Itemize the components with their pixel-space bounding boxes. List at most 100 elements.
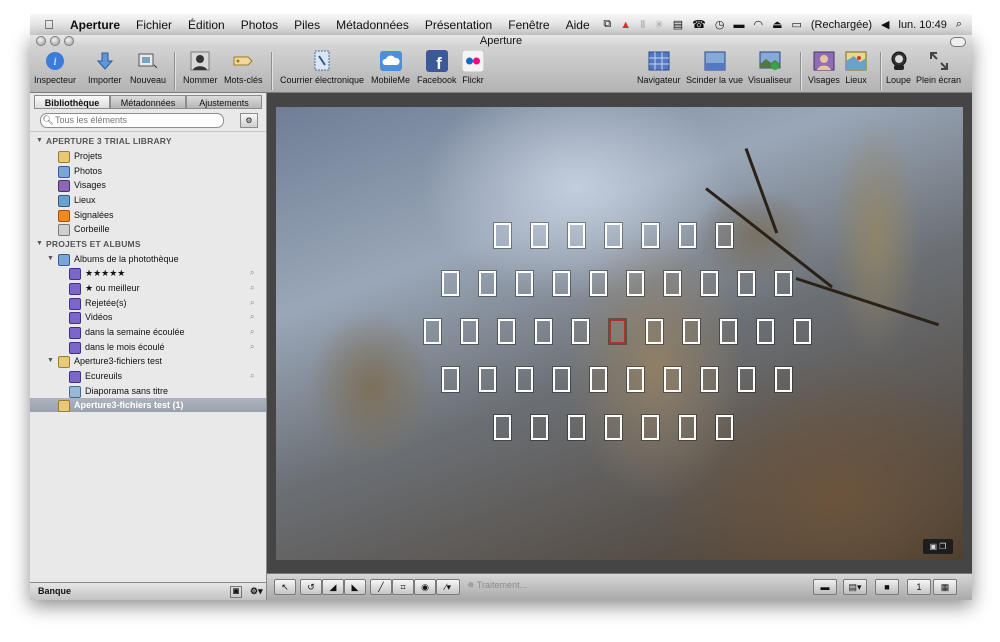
viewer-area: ▣ ❐ <box>267 93 972 574</box>
display-icon[interactable]: ▤ <box>673 18 683 31</box>
menu-photos[interactable]: Photos <box>233 18 286 32</box>
sidebar-item-projets[interactable]: Projets <box>30 149 266 163</box>
split-view-button[interactable]: Scinder la vue <box>686 50 743 85</box>
email-button[interactable]: Courrier électronique <box>280 50 364 85</box>
wifi-icon[interactable]: ◠ <box>753 18 763 31</box>
keywords-button[interactable]: Mots-clés <box>224 50 263 85</box>
straighten-icon[interactable]: ╱ <box>370 579 392 595</box>
disclosure-triangle-icon[interactable]: ▼ <box>36 237 44 251</box>
sidebar-item-visages[interactable]: Visages <box>30 178 266 192</box>
placeholder-box <box>605 415 622 440</box>
menu-presentation[interactable]: Présentation <box>417 18 500 32</box>
viewer-mode-button[interactable]: ▬ <box>813 579 837 595</box>
placeholder-box <box>516 367 533 392</box>
menu-edition[interactable]: Édition <box>180 18 233 32</box>
screen-icon[interactable]: ▬ <box>733 19 744 31</box>
brush-icon[interactable]: ∕▾ <box>436 579 460 595</box>
flag-icon[interactable]: ▲ <box>620 19 631 31</box>
sidebar-item-lieux[interactable]: Lieux <box>30 193 266 207</box>
multi-view-button[interactable]: ▦ <box>933 579 957 595</box>
library-header[interactable]: ▼ APERTURE 3 TRIAL LIBRARY <box>30 134 266 148</box>
menu-fichier[interactable]: Fichier <box>128 18 180 32</box>
tab-bibliotheque[interactable]: Bibliothèque <box>34 95 110 109</box>
slideshow-untitled[interactable]: Diaporama sans titre <box>30 384 266 398</box>
fullscreen-button[interactable]: Plein écran <box>916 50 961 85</box>
bluetooth-icon[interactable]: ✳ <box>655 18 664 31</box>
clock-icon[interactable]: ◷ <box>715 18 725 31</box>
toolbar-toggle-button[interactable] <box>950 37 966 47</box>
smart-album-1-star-or-better[interactable]: ★ ou meilleur ⌕ <box>30 281 266 295</box>
phone-icon[interactable]: ☎ <box>692 18 706 31</box>
battery-icon[interactable]: ▭ <box>791 18 801 31</box>
vault-update-button[interactable]: ▣ <box>230 586 242 598</box>
album-ecureuils[interactable]: Ecureuils ⌕ <box>30 369 266 383</box>
faces-icon <box>58 180 70 192</box>
smart-album-icon <box>69 268 81 280</box>
apple-menu-icon[interactable]:  <box>36 17 62 32</box>
places-button[interactable]: Lieux <box>845 50 867 85</box>
mobileme-button[interactable]: MobileMe <box>371 50 410 85</box>
red-eye-icon[interactable]: ◉ <box>414 579 436 595</box>
search-icon: ⌕ <box>250 298 255 307</box>
volume-icon[interactable]: ◀ <box>881 18 889 31</box>
disclosure-triangle-icon[interactable]: ▼ <box>47 354 55 368</box>
disclosure-triangle-icon[interactable]: ▼ <box>47 252 55 266</box>
sidebar-item-project-test[interactable]: ▼ Aperture3-fichiers test <box>30 354 266 368</box>
projects-header[interactable]: ▼ PROJETS ET ALBUMS <box>30 237 266 251</box>
inspector-button[interactable]: i Inspecteur <box>34 50 76 85</box>
disclosure-triangle-icon[interactable]: ▼ <box>36 134 44 148</box>
close-button[interactable] <box>36 36 46 46</box>
gear-icon[interactable]: ⚙▾ <box>250 583 263 600</box>
viewer-button[interactable]: Visualiseur <box>748 50 792 85</box>
tab-ajustements[interactable]: Ajustements <box>186 95 262 109</box>
crop-icon[interactable]: ⌗ <box>392 579 414 595</box>
battery-status[interactable]: (Rechargée) <box>811 19 872 31</box>
menu-aide[interactable]: Aide <box>558 18 598 32</box>
sidebar-item-signalees[interactable]: Signalées <box>30 208 266 222</box>
stamp-icon[interactable]: ◢ <box>322 579 344 595</box>
new-button[interactable]: Nouveau <box>130 50 166 85</box>
menu-metadonnees[interactable]: Métadonnées <box>328 18 417 32</box>
main-photo[interactable]: ▣ ❐ <box>276 107 963 560</box>
metadata-overlay-button[interactable]: ■ <box>875 579 899 595</box>
smart-album-last-week[interactable]: dans la semaine écoulée ⌕ <box>30 325 266 339</box>
sync-icon[interactable]: ⧉ <box>603 18 611 31</box>
mail-stamp-icon <box>311 50 333 72</box>
sidebar-item-project-test-1[interactable]: Aperture3-fichiers test (1) <box>30 398 266 412</box>
menu-fenetre[interactable]: Fenêtre <box>500 18 557 32</box>
smart-album-rejected[interactable]: Rejetée(s) ⌕ <box>30 296 266 310</box>
browser-button[interactable]: Navigateur <box>637 50 681 85</box>
select-tool-icon[interactable]: ↖ <box>274 579 296 595</box>
minimize-button[interactable] <box>50 36 60 46</box>
grid-icon[interactable]: Ⅱ <box>640 18 645 31</box>
menu-aperture[interactable]: Aperture <box>62 18 128 32</box>
eject-icon[interactable]: ⏏ <box>772 18 782 31</box>
rotate-left-icon[interactable]: ↺ <box>300 579 322 595</box>
name-button[interactable]: Nommer <box>183 50 218 85</box>
clock[interactable]: lun. 10:49 <box>899 19 947 31</box>
smart-album-videos[interactable]: Vidéos ⌕ <box>30 310 266 324</box>
flickr-button[interactable]: Flickr <box>462 50 484 85</box>
placeholder-box <box>775 271 792 296</box>
search-input[interactable]: 🔍︎ Tous les éléments <box>40 113 224 128</box>
gear-icon[interactable]: ⚙ <box>240 113 258 128</box>
spotlight-icon[interactable]: ⌕ <box>956 18 962 31</box>
zoom-button[interactable] <box>64 36 74 46</box>
loupe-button[interactable]: Loupe <box>886 50 911 85</box>
lift-icon[interactable]: ◣ <box>344 579 366 595</box>
smart-album-last-month[interactable]: dans le mois écoulé ⌕ <box>30 340 266 354</box>
placeholder-box <box>479 367 496 392</box>
sidebar-item-photos[interactable]: Photos <box>30 164 266 178</box>
single-view-button[interactable]: 1 <box>907 579 931 595</box>
faces-button[interactable]: Visages <box>808 50 840 85</box>
facebook-button[interactable]: f Facebook <box>417 50 457 85</box>
viewer-mode-icon[interactable]: ▣ ❐ <box>923 539 953 554</box>
tab-metadonnees[interactable]: Métadonnées <box>110 95 186 109</box>
menu-piles[interactable]: Piles <box>286 18 328 32</box>
sidebar-item-phototheque[interactable]: ▼ Albums de la photothèque <box>30 252 266 266</box>
title-bar[interactable]: Aperture <box>30 35 972 48</box>
import-button[interactable]: Importer <box>88 50 122 85</box>
sidebar-item-corbeille[interactable]: Corbeille <box>30 222 266 236</box>
smart-album-5-stars[interactable]: ★★★★★ ⌕ <box>30 266 266 280</box>
dual-display-button[interactable]: ▤▾ <box>843 579 867 595</box>
